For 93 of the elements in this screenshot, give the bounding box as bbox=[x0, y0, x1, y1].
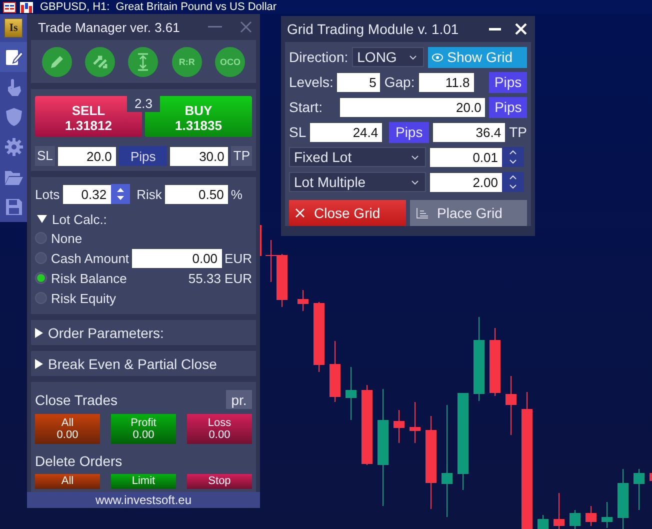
direction-dropdown[interactable]: LONG bbox=[352, 47, 424, 67]
lot-mode-dropdown[interactable]: Fixed Lot bbox=[289, 147, 426, 167]
close-grid-button[interactable]: Close Grid bbox=[289, 200, 406, 226]
sl-label: SL bbox=[289, 124, 306, 140]
candle bbox=[298, 290, 308, 312]
tp-label: TP bbox=[231, 146, 252, 166]
close-trades-button[interactable]: Profit 0.00 bbox=[111, 414, 176, 444]
spinner-icon[interactable] bbox=[502, 147, 524, 167]
option-label: None bbox=[51, 230, 84, 246]
spread-value: 2.3 bbox=[127, 96, 160, 112]
option-label: Cash Amount bbox=[51, 250, 130, 266]
spinner-icon[interactable] bbox=[110, 184, 130, 204]
tp-field[interactable]: 30.0 bbox=[170, 146, 228, 166]
direction-label: Direction: bbox=[289, 49, 348, 65]
website-link[interactable]: www.investsoft.eu bbox=[27, 492, 260, 508]
multiplier-field[interactable]: 2.00 bbox=[430, 172, 502, 192]
multiplier-dropdown[interactable]: Lot Multiple bbox=[289, 172, 426, 192]
candle bbox=[554, 492, 564, 529]
lot-calc-toggle[interactable]: Lot Calc.: bbox=[35, 210, 252, 228]
spinner-icon[interactable] bbox=[502, 172, 524, 192]
levels-field[interactable]: 5 bbox=[337, 72, 380, 92]
panel-title: Grid Trading Module v. 1.01 bbox=[286, 21, 460, 37]
chevron-down-icon bbox=[409, 54, 418, 60]
lot-field[interactable]: 0.01 bbox=[430, 148, 502, 166]
bar-chart-icon bbox=[20, 2, 33, 12]
section-title: Delete Orders bbox=[35, 453, 124, 469]
candle bbox=[490, 328, 500, 396]
pips-button[interactable]: Pips bbox=[489, 72, 527, 92]
percent-label: % bbox=[230, 186, 242, 202]
close-trades-button[interactable]: All 0.00 bbox=[35, 414, 100, 444]
candle bbox=[570, 510, 580, 529]
eye-icon bbox=[432, 52, 444, 62]
sl-field[interactable]: 24.4 bbox=[310, 122, 382, 142]
currency-label: EUR bbox=[224, 250, 252, 266]
close-trades-button[interactable]: Loss 0.00 bbox=[187, 414, 252, 444]
levels-label: Levels: bbox=[289, 74, 334, 90]
candle bbox=[586, 506, 596, 526]
window-icon bbox=[3, 2, 16, 12]
chevron-down-icon bbox=[411, 154, 419, 160]
section-title: Close Trades bbox=[35, 392, 118, 408]
swap-arrows-icon[interactable] bbox=[85, 46, 116, 76]
candle bbox=[330, 340, 340, 402]
pips-button[interactable]: Pips bbox=[489, 96, 528, 118]
risk-reading: 55.33 EUR bbox=[188, 270, 252, 286]
section-header[interactable]: Order Parameters: bbox=[31, 320, 256, 345]
chart-title: GBPUSD, H1: Great Britain Pound vs US Dollar bbox=[40, 1, 277, 13]
candle bbox=[314, 302, 324, 372]
gap-field[interactable]: 11.8 bbox=[418, 72, 474, 92]
candle bbox=[538, 514, 548, 529]
list-chart-icon bbox=[416, 208, 428, 218]
radio-button[interactable] bbox=[35, 272, 47, 284]
lots-field[interactable]: 0.32 bbox=[62, 184, 111, 204]
delete-orders-button[interactable]: Stop bbox=[187, 474, 252, 489]
delete-orders-button[interactable]: All bbox=[35, 474, 100, 489]
option-label: Risk Equity bbox=[51, 290, 118, 306]
minimize-icon[interactable] bbox=[489, 28, 501, 30]
candle bbox=[410, 402, 420, 444]
close-icon bbox=[295, 208, 305, 218]
lots-label: Lots bbox=[35, 186, 60, 202]
candle bbox=[650, 473, 652, 481]
pr-button[interactable]: pr. bbox=[226, 390, 252, 409]
candle bbox=[346, 366, 356, 420]
candle bbox=[506, 376, 516, 436]
edit-icon[interactable] bbox=[0, 42, 27, 72]
sl-field[interactable]: 20.0 bbox=[58, 146, 116, 166]
logo: Is bbox=[4, 18, 23, 38]
candle bbox=[618, 468, 628, 529]
radio-button[interactable] bbox=[35, 232, 47, 244]
place-grid-button[interactable]: Place Grid bbox=[410, 200, 527, 226]
candle bbox=[394, 410, 404, 444]
risk-field[interactable]: 0.50 bbox=[164, 184, 228, 204]
pips-button[interactable]: Pips bbox=[389, 122, 430, 142]
option-label: Risk Balance bbox=[51, 270, 128, 286]
candle bbox=[634, 468, 644, 510]
radio-button[interactable] bbox=[35, 252, 47, 264]
cash-field[interactable]: 0.00 bbox=[132, 248, 222, 268]
gap-label: Gap: bbox=[384, 74, 415, 90]
risk-label: Risk bbox=[136, 186, 162, 202]
panel-title: Trade Manager ver. 3.61 bbox=[37, 20, 181, 34]
radio-button[interactable] bbox=[35, 292, 47, 304]
section-header[interactable]: Break Even & Partial Close bbox=[31, 351, 256, 376]
tp-field[interactable]: 36.4 bbox=[433, 122, 506, 142]
candle bbox=[276, 254, 288, 308]
vertical-range-icon[interactable] bbox=[128, 46, 158, 76]
start-label: Start: bbox=[289, 99, 324, 115]
pencil-icon[interactable] bbox=[42, 46, 72, 76]
start-field[interactable]: 20.0 bbox=[340, 98, 486, 116]
tp-label: TP bbox=[509, 124, 527, 140]
pips-button[interactable]: Pips bbox=[118, 146, 168, 166]
delete-orders-button[interactable]: Limit bbox=[111, 474, 176, 489]
candle bbox=[602, 502, 612, 528]
chevron-down-icon bbox=[411, 180, 419, 184]
sl-label: SL bbox=[35, 146, 55, 166]
